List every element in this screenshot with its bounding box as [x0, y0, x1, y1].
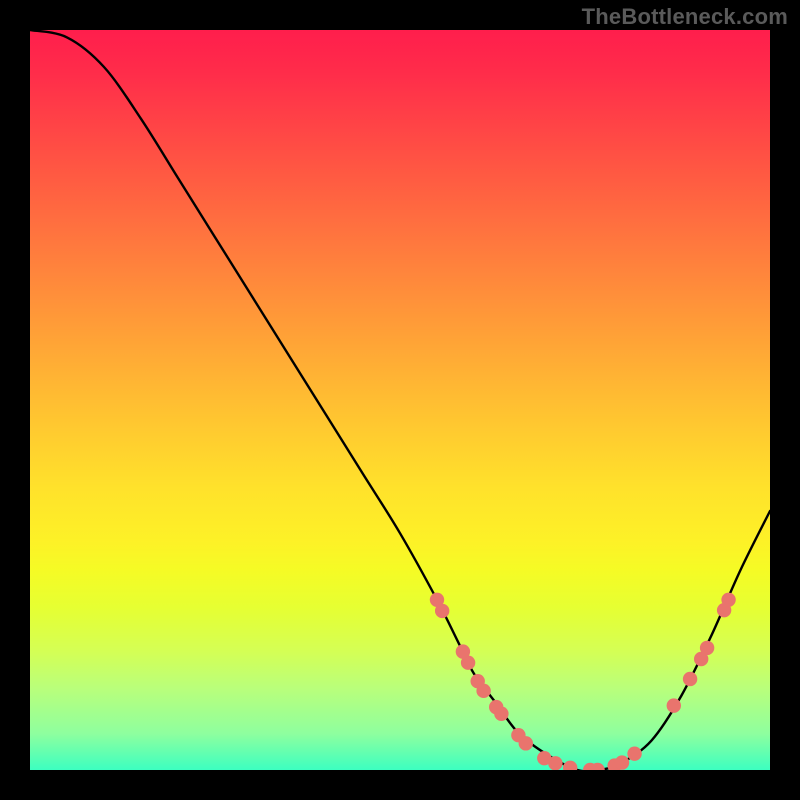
scatter-marker — [563, 761, 577, 770]
scatter-marker — [548, 756, 562, 770]
scatter-markers — [430, 593, 736, 770]
scatter-marker — [721, 593, 735, 607]
watermark-text: TheBottleneck.com — [582, 4, 788, 30]
chart-area — [30, 30, 770, 770]
scatter-marker — [683, 672, 697, 686]
scatter-marker — [700, 641, 714, 655]
scatter-marker — [519, 736, 533, 750]
scatter-marker — [461, 656, 475, 670]
scatter-marker — [494, 707, 508, 721]
scatter-marker — [615, 755, 629, 769]
scatter-marker — [627, 747, 641, 761]
bottleneck-curve — [30, 30, 770, 770]
chart-svg — [30, 30, 770, 770]
scatter-marker — [476, 684, 490, 698]
scatter-marker — [435, 604, 449, 618]
scatter-marker — [667, 698, 681, 712]
